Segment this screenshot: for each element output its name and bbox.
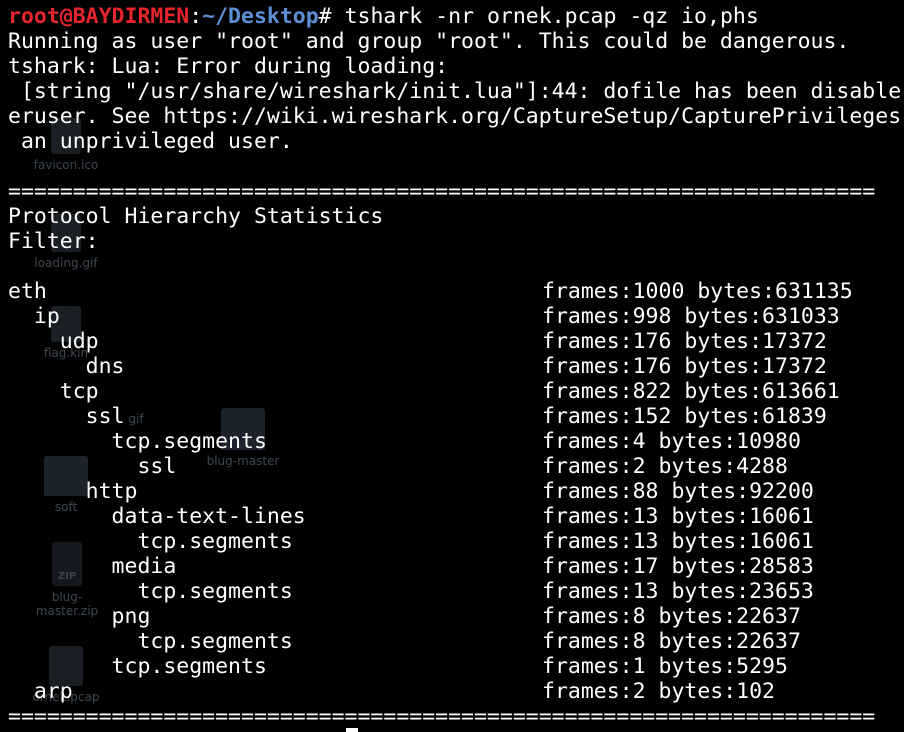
- separator-line: ========================================…: [8, 179, 876, 204]
- output-line: an unprivileged user.: [8, 129, 293, 154]
- protocol-stats: frames:17 bytes:28583: [542, 554, 814, 579]
- output-line: Running as user "root" and group "root".…: [8, 29, 850, 54]
- prompt-symbol: #: [318, 4, 332, 29]
- hierarchy-row: tcp.segments frames:13 bytes:16061: [8, 529, 904, 554]
- protocol-name: udp: [8, 329, 99, 354]
- prompt-line: root@BAYDIRMEN:~/Desktop# tshark -nr orn…: [8, 4, 904, 29]
- protocol-stats: frames:822 bytes:613661: [542, 379, 840, 404]
- protocol-name: media: [8, 554, 177, 579]
- filter-label: Filter:: [8, 229, 99, 254]
- protocol-stats: frames:88 bytes:92200: [542, 479, 814, 504]
- prompt-user-host: root@BAYDIRMEN: [8, 4, 190, 29]
- protocol-stats: frames:13 bytes:23653: [542, 579, 814, 604]
- protocol-name: tcp: [8, 379, 99, 404]
- output-line: [string "/usr/share/wireshark/init.lua"]…: [8, 79, 902, 104]
- protocol-stats: frames:4 bytes:10980: [542, 429, 801, 454]
- hierarchy-row: ssl frames:2 bytes:4288: [8, 454, 904, 479]
- prompt-separator: :: [189, 4, 203, 29]
- protocol-name: http: [8, 479, 138, 504]
- stats-title: Protocol Hierarchy Statistics: [8, 204, 384, 229]
- protocol-stats: frames:2 bytes:102: [542, 679, 775, 704]
- protocol-name: png: [8, 604, 151, 629]
- protocol-name: ssl: [8, 404, 125, 429]
- protocol-name: ip: [8, 304, 60, 329]
- hierarchy-row: udp frames:176 bytes:17372: [8, 329, 904, 354]
- protocol-name: tcp.segments: [8, 654, 267, 679]
- protocol-stats: frames:998 bytes:631033: [542, 304, 840, 329]
- hierarchy-row: tcp frames:822 bytes:613661: [8, 379, 904, 404]
- protocol-name: data-text-lines: [8, 504, 306, 529]
- protocol-stats: frames:176 bytes:17372: [542, 329, 827, 354]
- hierarchy-row: data-text-lines frames:13 bytes:16061: [8, 504, 904, 529]
- hierarchy-row: tcp.segments frames:8 bytes:22637: [8, 629, 904, 654]
- protocol-stats: frames:8 bytes:22637: [542, 604, 801, 629]
- protocol-stats: frames:152 bytes:61839: [542, 404, 827, 429]
- protocol-name: dns: [8, 354, 125, 379]
- hierarchy-row: tcp.segments frames:1 bytes:5295: [8, 654, 904, 679]
- hierarchy-row: arp frames:2 bytes:102: [8, 679, 904, 704]
- protocol-stats: frames:176 bytes:17372: [542, 354, 827, 379]
- hierarchy-row: http frames:88 bytes:92200: [8, 479, 904, 504]
- protocol-name: eth: [8, 279, 47, 304]
- terminal-output: root@BAYDIRMEN:~/Desktop# tshark -nr orn…: [8, 4, 904, 729]
- hierarchy-row: ip frames:998 bytes:631033: [8, 304, 904, 329]
- protocol-name: tcp.segments: [8, 429, 267, 454]
- hierarchy-row: png frames:8 bytes:22637: [8, 604, 904, 629]
- hierarchy-row: eth frames:1000 bytes:631135: [8, 279, 904, 304]
- protocol-stats: frames:8 bytes:22637: [542, 629, 801, 654]
- protocol-name: tcp.segments: [8, 529, 293, 554]
- command-text: tshark -nr ornek.pcap -qz io,phs: [331, 4, 759, 29]
- protocol-stats: frames:13 bytes:16061: [542, 529, 814, 554]
- protocol-name: arp: [8, 679, 73, 704]
- prompt-path: ~/Desktop: [202, 4, 319, 29]
- protocol-name: tcp.segments: [8, 579, 293, 604]
- protocol-stats: frames:13 bytes:16061: [542, 504, 814, 529]
- protocol-stats: frames:1000 bytes:631135: [542, 279, 853, 304]
- hierarchy-row: dns frames:176 bytes:17372: [8, 354, 904, 379]
- hierarchy-row: tcp.segments frames:4 bytes:10980: [8, 429, 904, 454]
- protocol-name: ssl: [8, 454, 177, 479]
- output-line: tshark: Lua: Error during loading:: [8, 54, 449, 79]
- protocol-stats: frames:2 bytes:4288: [542, 454, 788, 479]
- hierarchy-row: ssl frames:152 bytes:61839: [8, 404, 904, 429]
- hierarchy-row: media frames:17 bytes:28583: [8, 554, 904, 579]
- hierarchy-row: tcp.segments frames:13 bytes:23653: [8, 579, 904, 604]
- separator-line: ========================================…: [8, 704, 876, 729]
- output-line: eruser. See https://wiki.wireshark.org/C…: [8, 104, 902, 129]
- terminal-window[interactable]: favicon.ico loading.gif flag.kin gif blu…: [0, 0, 904, 732]
- protocol-stats: frames:1 bytes:5295: [542, 654, 788, 679]
- protocol-name: tcp.segments: [8, 629, 293, 654]
- terminal-cursor: [346, 728, 358, 732]
